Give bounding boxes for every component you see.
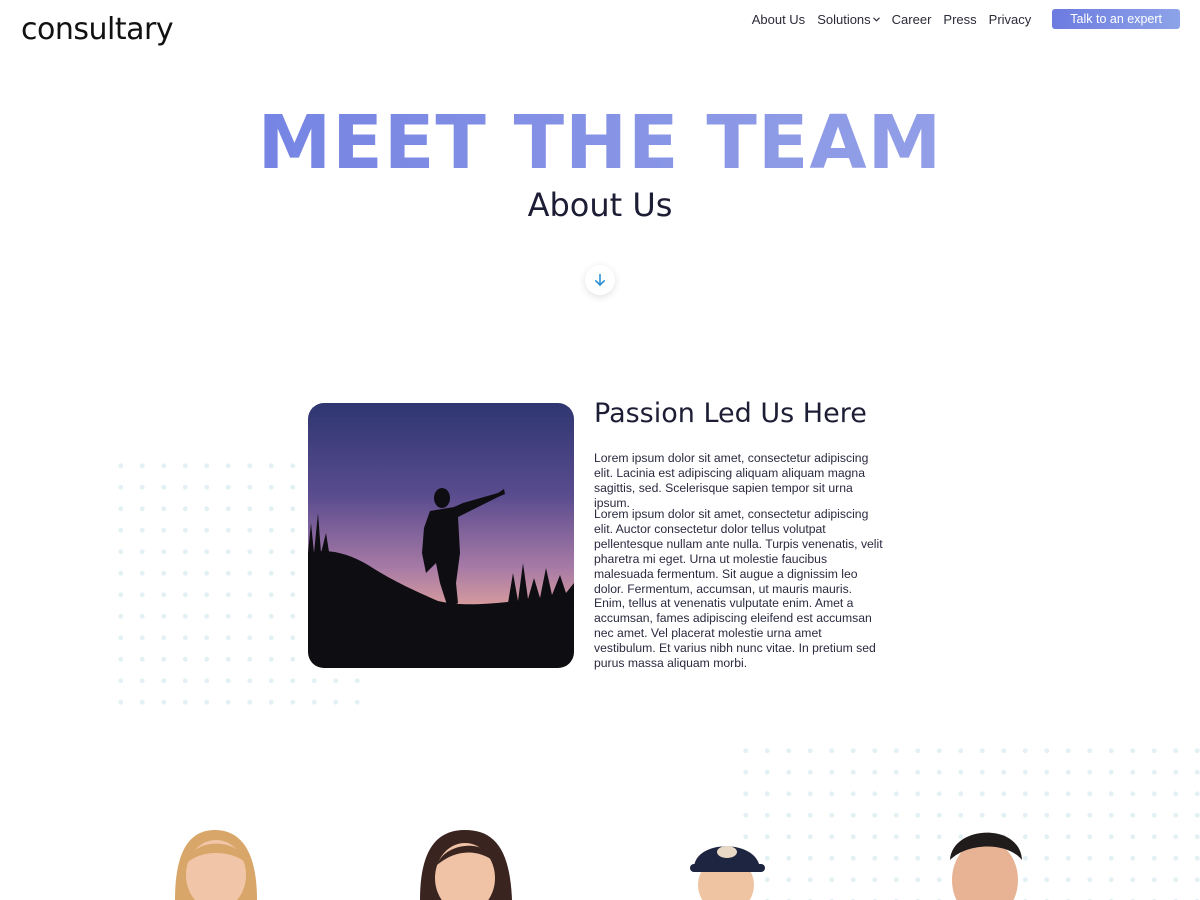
story-paragraph: Lorem ipsum dolor sit amet, consectetur … <box>594 507 883 671</box>
nav-solutions[interactable]: Solutions <box>817 11 880 27</box>
nav-privacy[interactable]: Privacy <box>989 12 1032 27</box>
chevron-down-icon <box>872 15 880 24</box>
team-member-photo[interactable] <box>165 820 265 900</box>
talk-to-expert-button[interactable]: Talk to an expert <box>1052 9 1180 29</box>
nav-about-us-label: About Us <box>751 11 806 27</box>
team-member-photo[interactable] <box>940 820 1040 900</box>
nav-career-label: Career <box>891 11 932 27</box>
story-heading: Passion Led Us Here <box>594 398 867 429</box>
hero-subtitle: About Us <box>527 186 673 224</box>
main-nav: About Us Solutions Career Press Privacy … <box>752 8 1180 30</box>
team-member-photo[interactable] <box>415 820 515 900</box>
arrow-down-icon <box>593 273 607 287</box>
silhouette-sunset-image <box>308 403 574 668</box>
page: consultary About Us Solutions Career Pre… <box>0 0 1200 900</box>
nav-press[interactable]: Press <box>943 12 976 27</box>
nav-privacy-label: Privacy <box>988 11 1032 27</box>
logo[interactable]: consultary <box>21 12 174 47</box>
nav-career[interactable]: Career <box>892 12 932 27</box>
nav-about-us[interactable]: About Us <box>752 12 805 27</box>
nav-solutions-label: Solutions <box>817 11 871 27</box>
nav-press-label: Press <box>943 11 977 27</box>
story-paragraph: Lorem ipsum dolor sit amet, consectetur … <box>594 451 869 510</box>
hero-title: MEET THE TEAM <box>0 100 1200 186</box>
scroll-down-button[interactable] <box>585 265 615 295</box>
team-member-photo[interactable] <box>680 820 780 900</box>
